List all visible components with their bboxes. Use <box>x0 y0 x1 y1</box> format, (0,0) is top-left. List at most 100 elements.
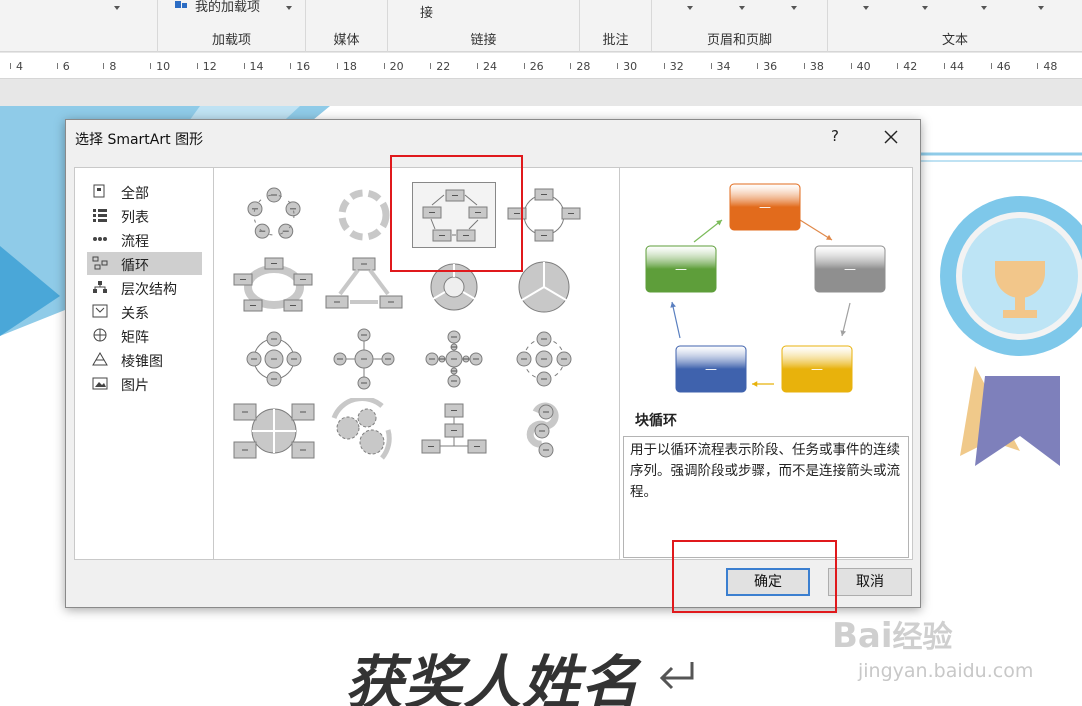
layout-thumbnail[interactable] <box>502 398 586 464</box>
category-item-hierarchy[interactable]: 层次结构 <box>87 276 202 299</box>
ruler-tick <box>1037 63 1039 69</box>
layout-thumbnail[interactable] <box>232 326 316 392</box>
ruler-number: 36 <box>763 60 778 73</box>
category-label: 流程 <box>121 234 149 250</box>
cycle-layout-icon <box>233 257 313 312</box>
highlight-box <box>390 155 523 272</box>
ruler-number: 6 <box>62 60 70 73</box>
cycle-arrow <box>799 219 833 241</box>
watermark-tail: 经验 <box>892 620 953 655</box>
ruler-tick <box>897 63 899 69</box>
cycle-arrow <box>693 219 723 243</box>
ruler-number: 28 <box>576 60 591 73</box>
ribbon-group-left <box>0 0 158 52</box>
ruler-tick <box>757 63 759 69</box>
list-icon <box>93 209 107 222</box>
preview-block-label: — <box>675 262 687 276</box>
ribbon-group-media: 媒体 <box>306 0 388 52</box>
ribbon: 我的加载项 加载项 媒体 接 链接 批注 页眉和页脚 文本 <box>0 0 1082 52</box>
ruler-number: 26 <box>529 60 544 73</box>
category-label: 棱锥图 <box>121 354 163 370</box>
highlight-box <box>672 540 837 613</box>
group-label: 文本 <box>941 33 968 48</box>
cycle-layout-icon <box>233 403 315 459</box>
category-label: 全部 <box>121 186 149 202</box>
ruler-number: 38 <box>809 60 824 73</box>
category-item-picture[interactable]: 图片 <box>87 372 202 395</box>
category-label: 图片 <box>121 378 149 394</box>
cycle-arrow <box>671 301 681 339</box>
preview-diagram: — — — — — <box>645 183 886 393</box>
ruler-number: 30 <box>623 60 638 73</box>
category-item-relationship[interactable]: 关系 <box>87 300 202 323</box>
ruler-number: 44 <box>950 60 964 73</box>
ruler-tick <box>196 63 198 69</box>
group-label: 页眉和页脚 <box>706 33 772 48</box>
ruler-number: 10 <box>156 60 171 73</box>
process-icon <box>93 237 107 241</box>
ruler-tick <box>850 63 852 69</box>
category-item-pyramid[interactable]: 棱锥图 <box>87 348 202 371</box>
ruler-tick <box>336 63 338 69</box>
preview-block: — <box>645 245 717 293</box>
relationship-icon <box>92 304 108 318</box>
cycle-layout-icon <box>526 402 559 458</box>
ruler-tick <box>663 63 665 69</box>
ruler-number: 14 <box>249 60 264 73</box>
award-badge <box>940 196 1082 466</box>
ribbon-group-addins: 加载项 <box>158 0 306 52</box>
hierarchy-icon <box>93 281 107 293</box>
layout-thumbnail[interactable] <box>412 398 496 464</box>
category-item-list[interactable]: 列表 <box>87 204 202 227</box>
group-label: 媒体 <box>333 33 360 48</box>
category-item-process[interactable]: 流程 <box>87 228 202 251</box>
preview-block-label: — <box>705 362 717 376</box>
ruler-number: 4 <box>16 60 23 73</box>
arrow-head <box>670 302 676 308</box>
preview-block: — <box>781 345 853 393</box>
layout-thumbnail[interactable] <box>232 182 316 248</box>
preview-block-label: — <box>811 362 823 376</box>
preview-block: — <box>814 245 886 293</box>
horizontal-ruler[interactable]: 4 6 8 10 12 14 16 18 20 22 24 26 28 30 32 34 36 38 40 42 44 4… <box>0 53 1082 79</box>
category-item-cycle[interactable]: 循环 <box>87 252 202 275</box>
ruler-number: 24 <box>483 60 497 73</box>
ruler-tick <box>523 63 525 69</box>
layout-thumbnail[interactable] <box>412 326 496 392</box>
category-item-matrix[interactable]: 矩阵 <box>87 324 202 347</box>
cycle-icon <box>92 256 108 270</box>
cycle-layout-icon <box>516 331 572 387</box>
layout-name: 块循环 <box>635 413 677 429</box>
category-label: 列表 <box>121 210 149 226</box>
category-item-all[interactable]: 全部 <box>87 180 202 203</box>
cycle-layout-icon <box>247 187 301 239</box>
ruler-number: 22 <box>436 60 451 73</box>
preview-block-label: — <box>759 200 771 214</box>
category-label: 关系 <box>121 306 149 322</box>
ruler-number: 48 <box>1043 60 1058 73</box>
ruler-tick <box>243 63 245 69</box>
layout-thumbnail[interactable] <box>232 254 316 320</box>
ruler-number: 42 <box>903 60 918 73</box>
ruler-tick <box>803 63 805 69</box>
preview-block: — <box>675 345 747 393</box>
ruler-tick <box>477 63 478 69</box>
layout-thumbnail[interactable] <box>502 326 586 392</box>
preview-block: — <box>729 183 801 231</box>
ruler-tick <box>617 63 619 69</box>
ruler-tick <box>150 63 152 69</box>
layout-thumbnail[interactable] <box>322 398 406 464</box>
layout-thumbnail[interactable] <box>322 326 406 392</box>
watermark-brand: Bai <box>832 616 893 656</box>
layout-thumbnail[interactable] <box>232 398 316 464</box>
close-icon[interactable] <box>879 125 903 149</box>
ribbon-group-comments: 批注 <box>580 0 652 52</box>
ruler-tick <box>383 63 385 69</box>
ruler-number: 40 <box>856 60 871 73</box>
picture-icon <box>92 377 108 390</box>
cycle-layout-icon <box>333 328 395 390</box>
cycle-layout-icon <box>331 398 392 460</box>
help-button[interactable]: ? <box>828 127 842 147</box>
ruler-number: 16 <box>296 60 311 73</box>
pyramid-icon <box>92 352 108 366</box>
